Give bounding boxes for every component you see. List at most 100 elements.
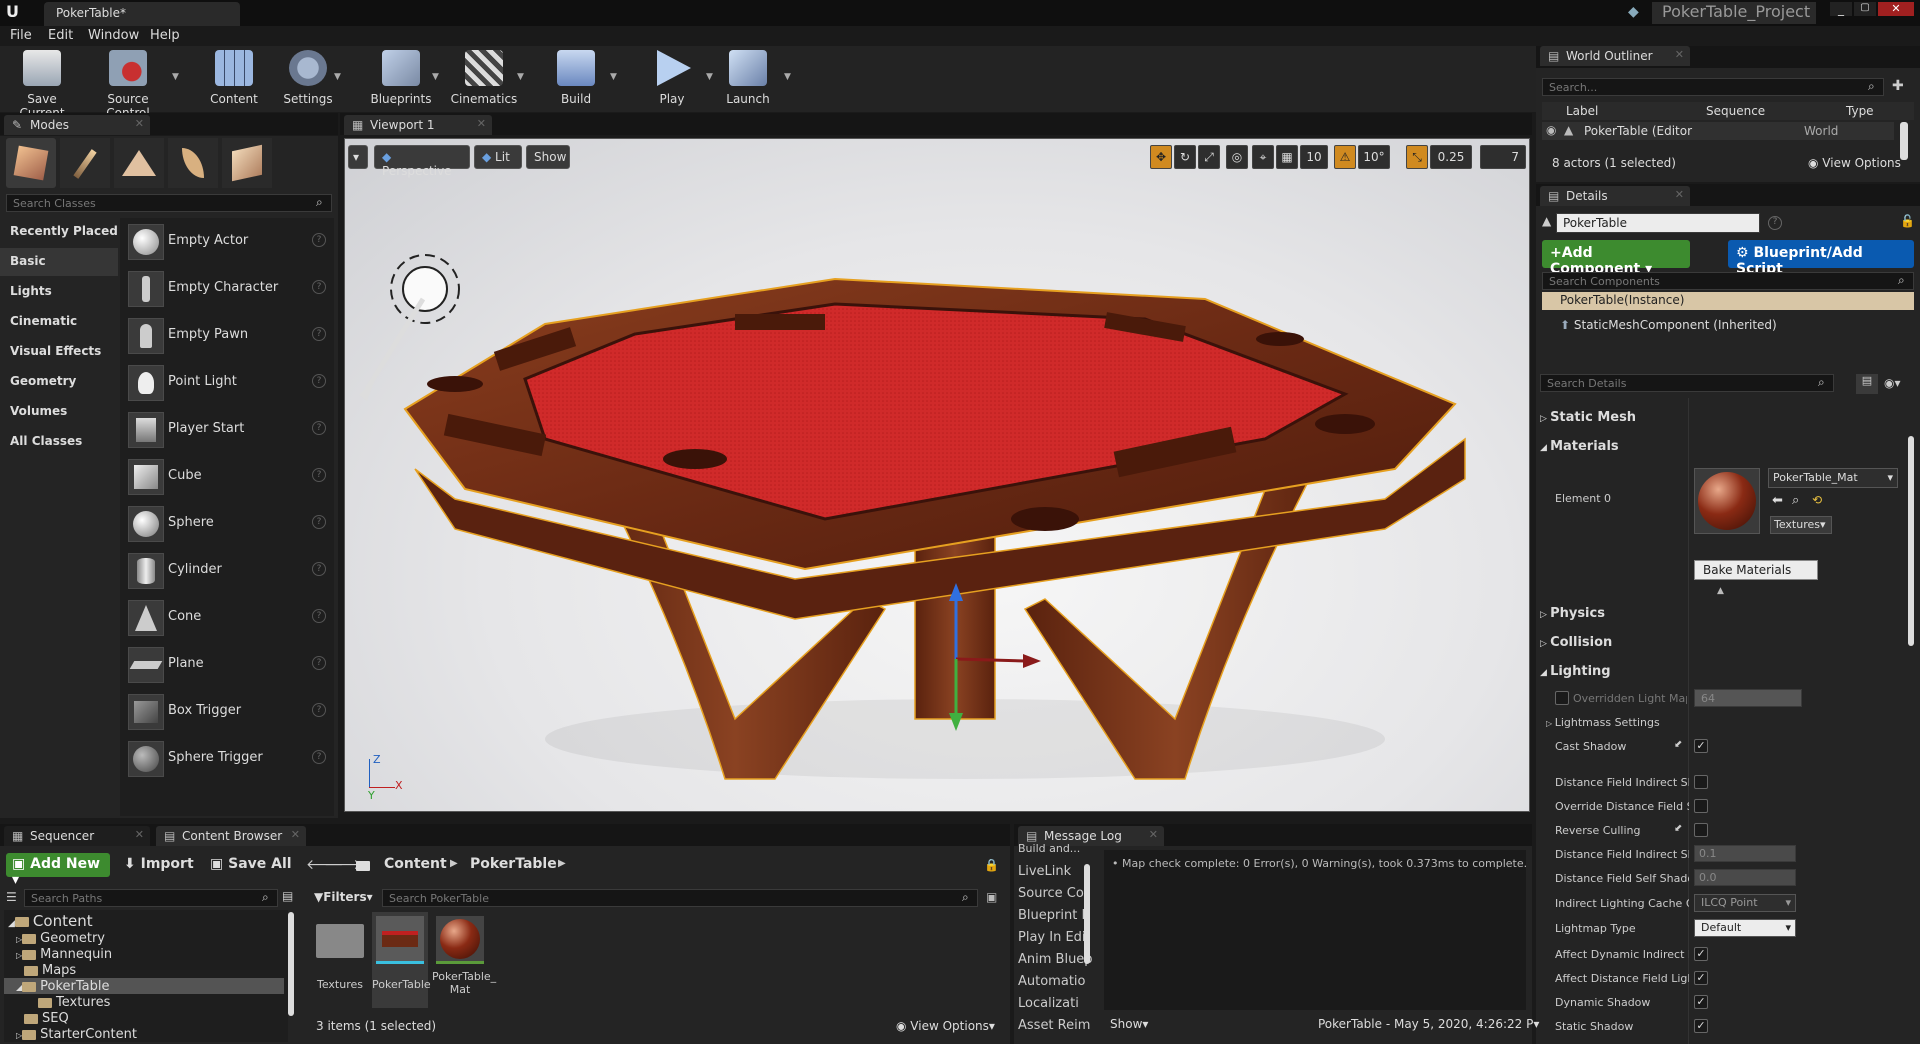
scale-snap-button[interactable]: ⤡ <box>1406 145 1428 169</box>
place-item-point-light[interactable]: Point Light? <box>124 361 334 405</box>
filters-button[interactable]: ▼Filters▾ <box>314 890 373 904</box>
place-item-sphere[interactable]: Sphere? <box>124 502 334 546</box>
help-icon[interactable]: ? <box>312 656 326 670</box>
help-icon[interactable]: ? <box>312 562 326 576</box>
lit-button[interactable]: ◆ Lit <box>474 145 522 169</box>
textures-dropdown[interactable]: Textures▾ <box>1770 516 1832 534</box>
column-sequence[interactable]: Sequence <box>1706 104 1765 118</box>
chevron-down-icon[interactable]: ▼ <box>610 72 617 82</box>
search-details-input[interactable]: Search Details <box>1540 374 1834 392</box>
tree-item-seq[interactable]: SEQ <box>24 1011 69 1026</box>
static-shadow-checkbox[interactable]: ✓ <box>1694 1019 1708 1033</box>
material-thumbnail[interactable] <box>1694 468 1760 534</box>
play-button[interactable]: Play <box>634 50 710 106</box>
asset-pokertable-mat[interactable]: PokerTable_ Mat <box>432 912 496 1008</box>
outliner-view-options[interactable]: ◉ View Options <box>1808 156 1901 170</box>
tab-sequencer[interactable]: ▦ Sequencer ✕ <box>4 826 150 846</box>
save-all-button[interactable]: ▣ Save All <box>210 856 292 872</box>
place-item-player-start[interactable]: Player Start? <box>124 408 334 452</box>
tab-viewport[interactable]: ▦ Viewport 1 ✕ <box>344 115 492 135</box>
chevron-down-icon[interactable]: ▼ <box>517 72 524 82</box>
viewport-options-button[interactable]: ▾ <box>348 145 368 169</box>
menu-file[interactable]: File <box>10 28 32 43</box>
import-button[interactable]: ⬇ Import <box>124 856 194 872</box>
chevron-down-icon[interactable]: ▼ <box>784 72 791 82</box>
search-classes-input[interactable]: Search Classes <box>6 194 332 212</box>
content-view-options[interactable]: ◉ View Options▾ <box>896 1019 995 1033</box>
section-physics[interactable]: ▷ Physics <box>1540 606 1605 621</box>
menu-edit[interactable]: Edit <box>48 28 73 43</box>
eye-icon[interactable]: ◉▾ <box>1884 376 1901 390</box>
category-volumes[interactable]: Volumes <box>0 398 118 426</box>
perspective-button[interactable]: ◆ Perspective <box>374 145 470 178</box>
component-row[interactable]: ⬆ StaticMeshComponent (Inherited) <box>1560 318 1777 332</box>
asset-pokertable-mesh[interactable]: PokerTable <box>372 912 431 1008</box>
place-item-empty-actor[interactable]: Empty Actor? <box>124 220 334 264</box>
chevron-down-icon[interactable]: ▼ <box>432 72 439 82</box>
tree-item-startercontent[interactable]: ▷ StarterContent <box>16 1027 137 1042</box>
reset-icon[interactable]: ⟲ <box>1812 493 1822 507</box>
category-basic[interactable]: Basic <box>0 248 118 276</box>
section-materials[interactable]: ◢ Materials <box>1540 439 1619 454</box>
rotation-snap-button[interactable]: ⚠ <box>1334 145 1356 169</box>
override-df-self-checkbox[interactable] <box>1694 799 1708 813</box>
log-category-source-control[interactable]: Source Co <box>1018 886 1084 901</box>
maximize-button[interactable]: ▢ <box>1854 2 1876 16</box>
place-item-plane[interactable]: Plane? <box>124 643 334 687</box>
help-icon[interactable]: ? <box>312 515 326 529</box>
material-select[interactable]: PokerTable_Mat ▾ <box>1768 468 1898 488</box>
df-indirect-shadow-checkbox[interactable] <box>1694 775 1708 789</box>
property-matrix-icon[interactable]: ▤ <box>1856 374 1878 394</box>
close-icon[interactable]: ✕ <box>135 828 144 841</box>
blueprints-button[interactable]: Blueprints <box>363 50 439 106</box>
component-instance-row[interactable]: PokerTable(Instance) <box>1542 292 1914 310</box>
camera-speed-button[interactable]: 7 <box>1480 145 1526 169</box>
category-cinematic[interactable]: Cinematic <box>0 308 118 336</box>
close-icon[interactable]: ✕ <box>1149 828 1158 841</box>
scale-snap-value[interactable]: 0.25 <box>1430 145 1472 169</box>
chevron-down-icon[interactable]: ▼ <box>172 72 179 82</box>
world-local-toggle[interactable]: ◎ <box>1226 145 1248 169</box>
rotation-snap-value[interactable]: 10° <box>1358 145 1390 169</box>
breadcrumb-pokertable[interactable]: PokerTable <box>470 856 557 872</box>
translate-tool-button[interactable]: ✥ <box>1150 145 1172 169</box>
category-recently-placed[interactable]: Recently Placed <box>0 218 118 246</box>
eye-icon[interactable]: ◉ <box>1546 123 1556 137</box>
search-paths-input[interactable]: Search Paths <box>24 889 278 907</box>
scale-tool-button[interactable]: ⤢ <box>1198 145 1220 169</box>
log-category-asset-reimport[interactable]: Asset Reim <box>1018 1018 1090 1033</box>
tree-item-geometry[interactable]: ▷ Geometry <box>16 931 105 946</box>
details-scrollbar[interactable] <box>1908 436 1914 646</box>
log-page-selector[interactable]: PokerTable - May 5, 2020, 4:26:22 P▾ <box>1318 1017 1539 1031</box>
place-item-cone[interactable]: Cone? <box>124 596 334 640</box>
help-icon[interactable]: ? <box>312 327 326 341</box>
help-icon[interactable]: ? <box>312 233 326 247</box>
sources-panel-toggle[interactable]: ☰ <box>6 890 17 904</box>
ilc-quality-select[interactable]: ILCQ Point ▾ <box>1694 894 1796 912</box>
category-visual-effects[interactable]: Visual Effects <box>0 338 118 366</box>
close-icon[interactable]: ✕ <box>135 117 144 130</box>
place-item-empty-pawn[interactable]: Empty Pawn? <box>124 314 334 358</box>
log-category-0[interactable]: Build and... <box>1018 842 1080 855</box>
affect-df-lighting-checkbox[interactable]: ✓ <box>1694 971 1708 985</box>
log-category-anim-blueprint[interactable]: Anim Bluep <box>1018 952 1093 967</box>
grid-snap-value[interactable]: 10 <box>1300 145 1328 169</box>
help-icon[interactable]: ? <box>312 750 326 764</box>
add-new-button[interactable]: ▣ Add New ▾ <box>6 853 110 888</box>
tab-content-browser[interactable]: ▤ Content Browser ✕ <box>156 826 306 846</box>
save-search-icon[interactable]: ▣ <box>986 890 997 904</box>
show-button[interactable]: Show <box>526 145 570 169</box>
search-asset-input[interactable]: Search PokerTable <box>382 889 978 907</box>
add-component-button[interactable]: +Add Component ▾ <box>1542 240 1690 277</box>
tree-item-maps[interactable]: Maps <box>24 963 76 978</box>
content-button[interactable]: Content <box>196 50 272 106</box>
df-indirect-min-input[interactable]: 0.1 <box>1694 845 1796 862</box>
place-item-cube[interactable]: Cube? <box>124 455 334 499</box>
lightmass-settings-label[interactable]: ▷ Lightmass Settings <box>1546 716 1680 729</box>
tree-item-mannequin[interactable]: ▷ Mannequin <box>16 947 112 962</box>
menu-window[interactable]: Window <box>88 28 139 43</box>
cast-shadow-reset-icon[interactable]: ⬋ <box>1674 739 1682 750</box>
grid-snap-button[interactable]: ▦ <box>1276 145 1298 169</box>
log-category-automation[interactable]: Automatio <box>1018 974 1085 989</box>
outliner-search-input[interactable]: Search... <box>1542 78 1884 96</box>
